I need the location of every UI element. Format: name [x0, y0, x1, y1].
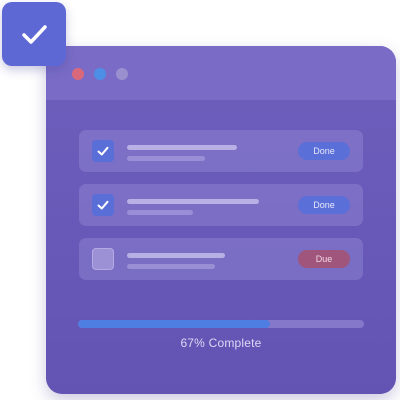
completion-badge [2, 2, 66, 66]
window-close-dot[interactable] [72, 68, 84, 80]
task-subtitle-placeholder [127, 156, 205, 161]
progress-fill [78, 320, 270, 328]
task-checkbox[interactable] [92, 248, 114, 270]
check-icon [22, 25, 47, 44]
progress-bar [78, 320, 364, 328]
task-title-placeholder [127, 145, 237, 150]
task-checkbox[interactable] [92, 194, 114, 216]
illustration: Done Done Due 67% Complete [0, 0, 400, 400]
window-minimize-dot[interactable] [94, 68, 106, 80]
task-window: Done Done Due 67% Complete [46, 46, 396, 394]
window-titlebar [46, 46, 396, 100]
check-icon [97, 200, 109, 210]
check-icon [97, 146, 109, 156]
window-maximize-dot[interactable] [116, 68, 128, 80]
task-item[interactable]: Due [79, 238, 363, 280]
status-badge: Done [298, 196, 350, 214]
task-title-placeholder [127, 253, 225, 258]
status-badge: Done [298, 142, 350, 160]
task-item[interactable]: Done [79, 184, 363, 226]
task-subtitle-placeholder [127, 264, 215, 269]
task-item[interactable]: Done [79, 130, 363, 172]
status-badge: Due [298, 250, 350, 268]
task-title-placeholder [127, 199, 259, 204]
progress-label: 67% Complete [180, 336, 262, 350]
task-subtitle-placeholder [127, 210, 193, 215]
task-checkbox[interactable] [92, 140, 114, 162]
